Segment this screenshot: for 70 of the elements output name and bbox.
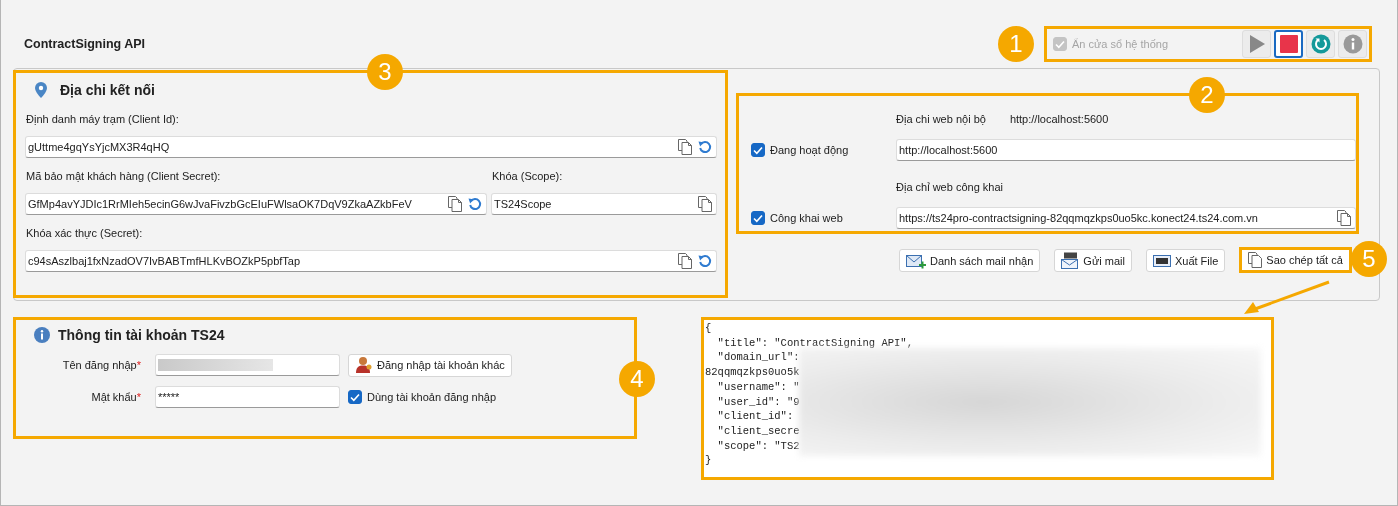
copy-icon xyxy=(1248,252,1263,268)
field-label: Khóa xác thực (Secret): xyxy=(25,226,144,241)
file-icon xyxy=(1152,252,1171,269)
refresh-icon xyxy=(1310,34,1331,54)
code-line: "client_id": xyxy=(716,409,794,424)
field-label: Tên đăng nhập* xyxy=(61,359,141,371)
field-label: Địa chỉ web công khai xyxy=(896,181,1003,193)
text-field[interactable]: c94sAszlbaj1fxNzadOV7IvBABTmfHLKvBOZkP5pbfTap xyxy=(25,250,717,272)
section-heading: Thông tin tài khoản TS24 xyxy=(58,327,225,343)
text-field[interactable]: GfMp4avYJDIc1RrMIeh5ecinG6wJvaFivzbGcEIuFWlsaOK7DqV9ZkaAZkbFeV xyxy=(25,193,487,215)
copy-icon[interactable] xyxy=(678,139,692,155)
password-field[interactable]: ***** xyxy=(155,386,340,408)
address-text: http://localhost:5600 xyxy=(1009,113,1109,125)
envelope-icon xyxy=(1061,251,1080,270)
checkbox-label: Ẩn cửa sổ hệ thống xyxy=(1072,38,1169,50)
code-line: "domain_url": xyxy=(716,350,800,366)
text-field[interactable]: TS24Scope xyxy=(491,193,717,215)
text-field[interactable]: gUttme4gqYsYjcMX3R4qHQ xyxy=(25,136,717,158)
location-pin-icon xyxy=(35,82,47,98)
checkbox-label: Dùng tài khoản đăng nhập xyxy=(367,391,497,403)
field-label: Địa chi web nội bộ xyxy=(896,113,986,125)
text-field[interactable]: https://ts24pro-contractsigning-82qqmqzkps0uo5kc.konect24.ts24.com.vn xyxy=(896,207,1356,229)
info-icon xyxy=(34,327,50,343)
text-field[interactable]: http://localhost:5600 xyxy=(896,139,1356,161)
play-button[interactable] xyxy=(1242,30,1271,58)
code-line: "client_secre xyxy=(716,423,800,439)
send-mail-button[interactable]: Gửi mail xyxy=(1054,249,1132,272)
info-icon xyxy=(1342,34,1363,54)
callout-number: 3 xyxy=(367,54,403,90)
checkbox-label: Đang hoạt động xyxy=(770,144,849,156)
page-title: ContractSigning API xyxy=(24,37,146,51)
mail-list-button[interactable]: Danh sách mail nhận xyxy=(899,249,1041,272)
callout-number: 4 xyxy=(619,361,655,397)
code-line: } xyxy=(705,453,712,469)
checkbox[interactable] xyxy=(751,143,765,157)
code-line: 82qqmqzkps0uo5k xyxy=(705,365,800,380)
code-line: { xyxy=(705,321,712,336)
field-label: Khóa (Scope): xyxy=(491,169,564,184)
checkbox[interactable] xyxy=(348,390,362,404)
envelope-plus-icon xyxy=(906,252,926,269)
copy-icon[interactable] xyxy=(678,253,692,269)
callout-number: 2 xyxy=(1189,77,1225,113)
reset-icon[interactable] xyxy=(468,197,482,211)
checkbox[interactable] xyxy=(751,211,765,225)
code-line: "scope": "TS2 xyxy=(716,438,800,454)
checkbox-label: Công khai web xyxy=(770,212,843,224)
info-button[interactable] xyxy=(1338,30,1367,58)
stop-icon xyxy=(1279,35,1298,53)
copy-icon[interactable] xyxy=(1337,210,1351,226)
stop-button[interactable] xyxy=(1274,30,1303,58)
copy-icon[interactable] xyxy=(698,196,712,212)
reset-icon[interactable] xyxy=(698,254,712,268)
callout-number: 1 xyxy=(998,26,1034,62)
field-label: Mã bảo mật khách hàng (Client Secret): xyxy=(25,169,222,184)
code-line: "title": "ContractSigning API", xyxy=(716,335,913,351)
username-field[interactable] xyxy=(155,354,340,376)
section-heading: Địa chi kết nối xyxy=(60,82,155,98)
user-key-icon xyxy=(355,356,373,374)
copy-icon[interactable] xyxy=(448,196,462,212)
copy-all-button[interactable]: Sao chép tất cả xyxy=(1239,247,1352,273)
field-label: Định danh máy trạm (Client Id): xyxy=(25,112,180,127)
switch-account-button[interactable]: Đăng nhập tài khoản khác xyxy=(348,353,512,377)
reset-icon[interactable] xyxy=(698,140,712,154)
code-line: "username": " xyxy=(716,379,800,395)
field-label: Mật khẩu* xyxy=(90,391,141,403)
export-file-button[interactable]: Xuất File xyxy=(1145,249,1226,272)
refresh-button[interactable] xyxy=(1306,30,1335,58)
play-icon xyxy=(1247,34,1266,54)
callout-number: 5 xyxy=(1351,241,1387,277)
code-line: "user_id": "9 xyxy=(716,394,800,410)
